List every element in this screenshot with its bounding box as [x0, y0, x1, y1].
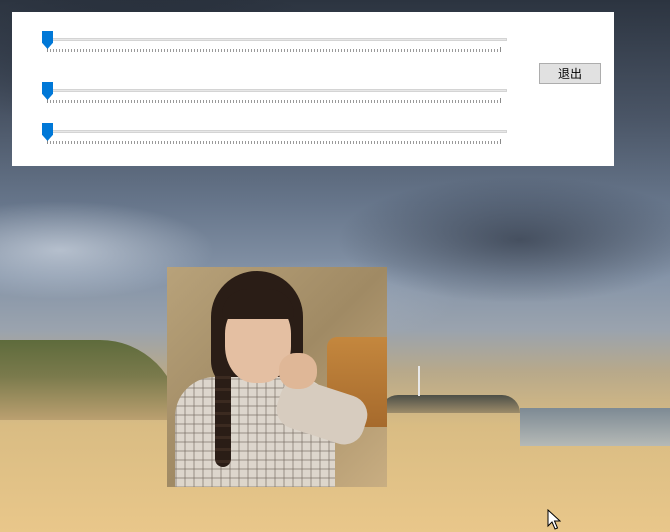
- control-window: 退出: [12, 12, 614, 166]
- slider-thumb[interactable]: [42, 31, 53, 49]
- slider-thumb[interactable]: [42, 82, 53, 100]
- slider-ticks: [47, 98, 501, 103]
- sand-dune: [0, 340, 180, 420]
- photo-bangs: [222, 289, 294, 319]
- slider-track[interactable]: [42, 130, 507, 133]
- slider-3[interactable]: [42, 123, 507, 145]
- portrait-photo: [167, 267, 387, 487]
- exit-button[interactable]: 退出: [539, 63, 601, 84]
- sea-water: [520, 408, 670, 446]
- distant-shoreline: [380, 395, 520, 413]
- slider-ticks: [47, 139, 501, 144]
- photo-braid: [215, 367, 231, 467]
- slider-track[interactable]: [42, 89, 507, 92]
- slider-track[interactable]: [42, 38, 507, 41]
- slider-2[interactable]: [42, 82, 507, 104]
- slider-thumb[interactable]: [42, 123, 53, 141]
- flag-pole: [418, 366, 420, 396]
- photo-hand: [279, 353, 317, 389]
- slider-1[interactable]: [42, 31, 507, 53]
- mouse-pointer-icon: [547, 509, 561, 530]
- slider-ticks: [47, 47, 501, 52]
